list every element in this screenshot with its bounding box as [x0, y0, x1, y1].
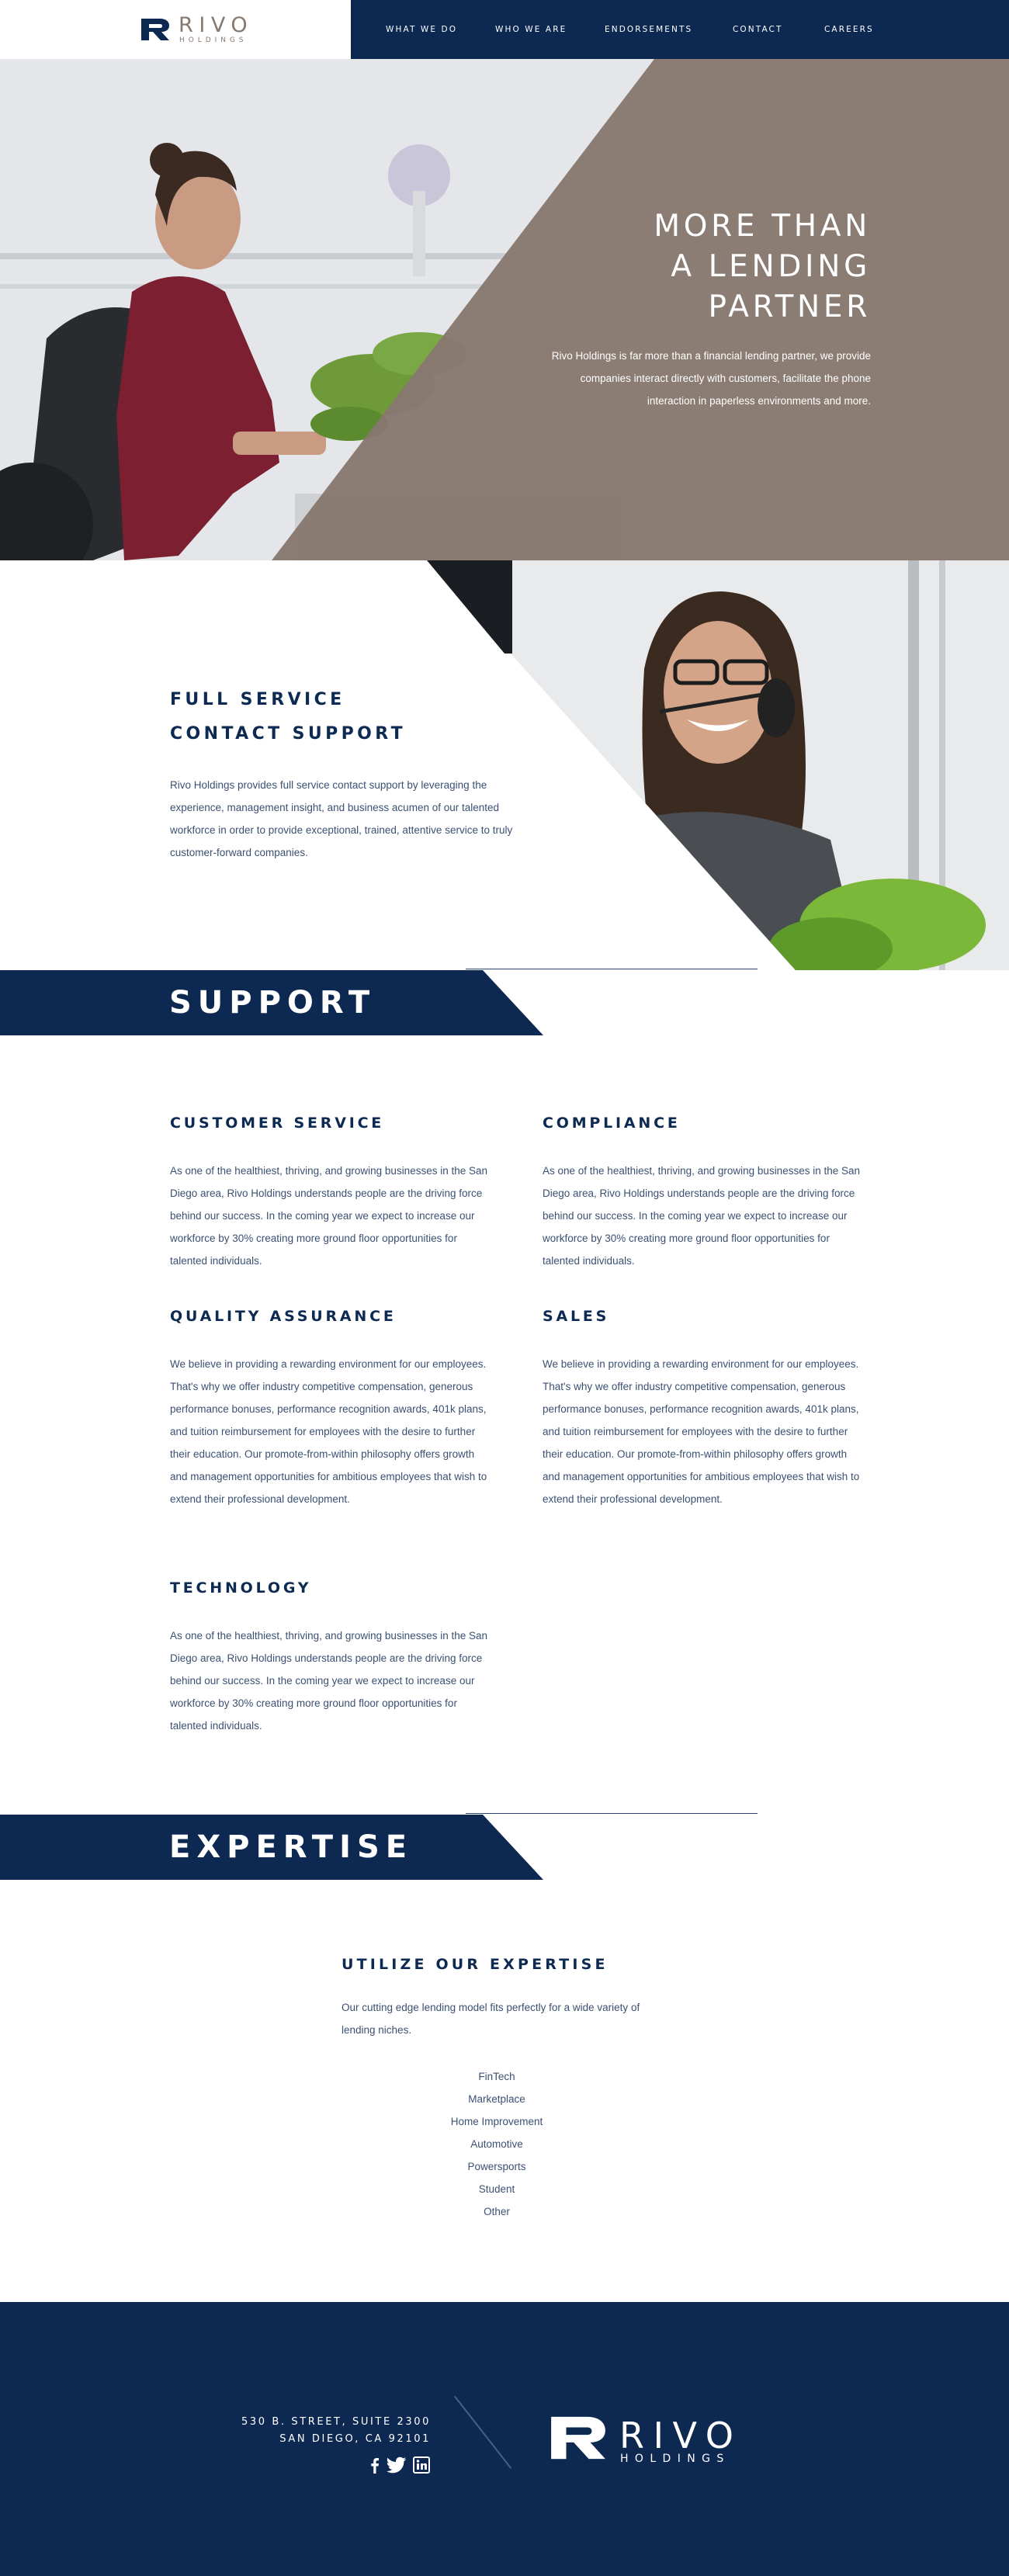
site-header: RIVO HOLDINGS WHAT WE DO WHO WE ARE ENDO…	[0, 0, 1009, 59]
sales-title: SALES	[543, 1308, 610, 1325]
lending-niches-list: FinTech Marketplace Home Improvement Aut…	[419, 2065, 574, 2223]
nav-endorsements[interactable]: ENDORSEMENTS	[605, 25, 692, 34]
contact-support-section	[0, 560, 1009, 970]
compliance-title: COMPLIANCE	[543, 1115, 681, 1132]
rivo-r-logo-icon	[141, 19, 169, 40]
footer-logo-tagline: HOLDINGS	[620, 2453, 730, 2465]
hero-title: MORE THAN A LENDING PARTNER	[467, 206, 871, 328]
footer-logo[interactable]: RIVO HOLDINGS	[548, 2412, 765, 2468]
technology-title: TECHNOLOGY	[170, 1579, 312, 1597]
address-line-2: SAN DIEGO, CA 92101	[279, 2433, 431, 2445]
niche-automotive[interactable]: Automotive	[419, 2133, 574, 2155]
nav-who-we-are[interactable]: WHO WE ARE	[495, 25, 567, 34]
nav-what-we-do[interactable]: WHAT WE DO	[386, 25, 457, 34]
hero-title-line-1: MORE THAN	[654, 209, 871, 244]
sales-text: We believe in providing a rewarding envi…	[543, 1358, 860, 1505]
niche-marketplace[interactable]: Marketplace	[419, 2088, 574, 2110]
contact-photo-illustration	[427, 560, 1009, 970]
contact-photo-shadow	[427, 560, 512, 654]
hero-section: MORE THAN A LENDING PARTNER Rivo Holding…	[0, 59, 1009, 560]
customer-service-title: CUSTOMER SERVICE	[170, 1115, 385, 1132]
nav-contact[interactable]: CONTACT	[733, 25, 783, 34]
hero-title-line-2: A LENDING	[671, 249, 871, 284]
quality-assurance-title: QUALITY ASSURANCE	[170, 1308, 397, 1325]
hero-description: Rivo Holdings is far more than a financi…	[551, 350, 871, 407]
hero-title-line-3: PARTNER	[708, 289, 871, 324]
niche-other[interactable]: Other	[419, 2200, 574, 2223]
niche-student[interactable]: Student	[419, 2178, 574, 2200]
twitter-icon[interactable]	[387, 2456, 407, 2474]
site-footer	[0, 2302, 1009, 2576]
niche-fintech[interactable]: FinTech	[419, 2065, 574, 2088]
nav-careers[interactable]: CAREERS	[824, 25, 874, 34]
logo-wordmark: RIVO	[179, 13, 254, 37]
footer-rivo-r-logo-icon	[551, 2416, 605, 2460]
support-heading: SUPPORT	[169, 985, 376, 1021]
niche-home-improvement[interactable]: Home Improvement	[419, 2110, 574, 2133]
expertise-band-line	[466, 1813, 758, 1814]
quality-assurance-text: We believe in providing a rewarding envi…	[170, 1358, 487, 1505]
customer-service-text: As one of the healthiest, thriving, and …	[170, 1165, 488, 1267]
contact-title-line-2: CONTACT SUPPORT	[170, 724, 407, 744]
facebook-icon[interactable]	[366, 2456, 383, 2474]
expertise-heading: EXPERTISE	[169, 1829, 414, 1865]
contact-description: Rivo Holdings provides full service cont…	[170, 779, 513, 858]
address-line-1: 530 B. STREET, SUITE 2300	[241, 2416, 431, 2428]
logo-tagline: HOLDINGS	[179, 36, 248, 44]
niche-powersports[interactable]: Powersports	[419, 2155, 574, 2178]
technology-text: As one of the healthiest, thriving, and …	[170, 1630, 488, 1732]
compliance-text: As one of the healthiest, thriving, and …	[543, 1165, 861, 1267]
linkedin-icon[interactable]	[413, 2456, 430, 2474]
footer-logo-wordmark: RIVO	[619, 2415, 743, 2456]
contact-photo-woman-headset	[427, 560, 1009, 970]
contact-title: FULL SERVICE CONTACT SUPPORT	[170, 683, 406, 751]
footer-address: 530 B. STREET, SUITE 2300 SAN DIEGO, CA …	[241, 2414, 431, 2448]
contact-title-line-1: FULL SERVICE	[170, 690, 345, 709]
header-logo[interactable]: RIVO HOLDINGS	[140, 13, 279, 46]
expertise-description: Our cutting edge lending model fits perf…	[342, 2002, 640, 2036]
utilize-expertise-title: UTILIZE OUR EXPERTISE	[342, 1956, 609, 1973]
